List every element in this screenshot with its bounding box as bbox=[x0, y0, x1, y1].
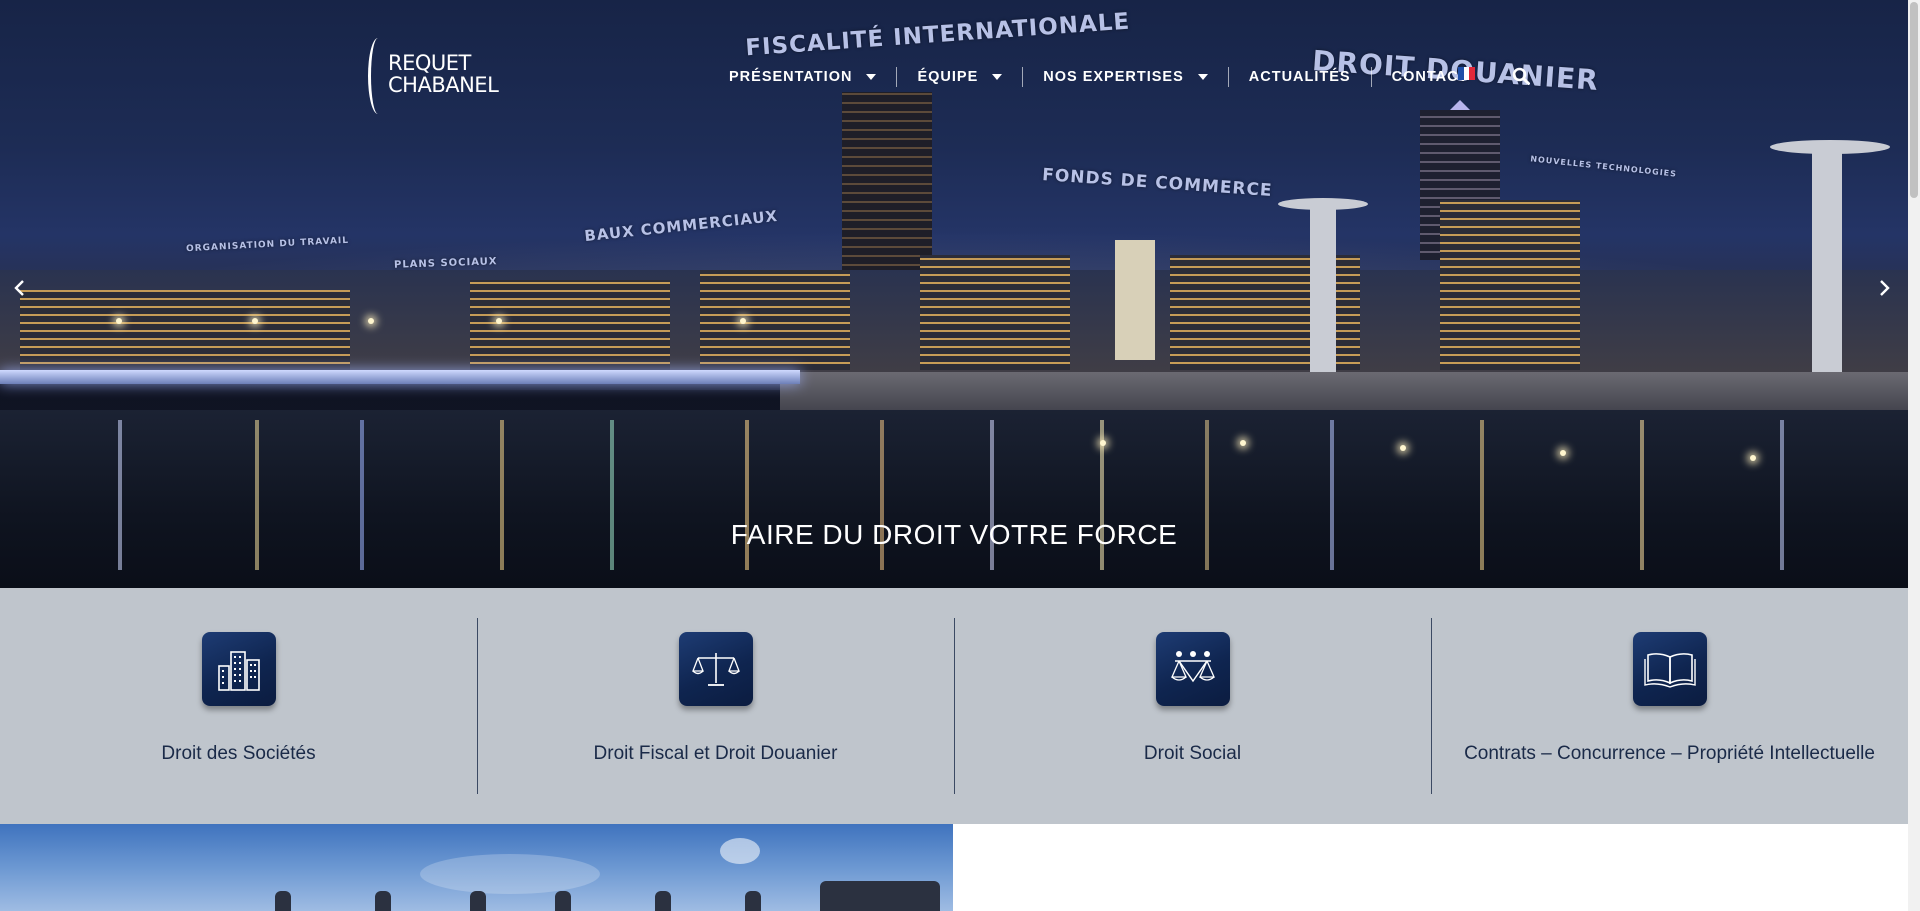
building bbox=[1440, 200, 1580, 370]
expertise-card-fiscal[interactable]: Droit Fiscal et Droit Douanier bbox=[477, 588, 954, 824]
expertise-label: Contrats – Concurrence – Propriété Intel… bbox=[1464, 743, 1875, 764]
section-photo bbox=[0, 824, 953, 911]
street-lamp bbox=[740, 318, 746, 324]
building bbox=[700, 270, 850, 370]
expertise-card-societes[interactable]: Droit des Sociétés bbox=[0, 588, 477, 824]
nav-item-actualites[interactable]: ACTUALITÉS bbox=[1229, 65, 1371, 89]
clock-tower bbox=[1115, 240, 1155, 360]
quay-light bbox=[1400, 445, 1406, 451]
expertise-band: Droit des Sociétés Droit Fiscal et Droit… bbox=[0, 588, 1908, 824]
logo-parenthesis bbox=[368, 38, 388, 114]
nav-item-label: PRÉSENTATION bbox=[729, 69, 853, 85]
statue bbox=[555, 891, 571, 911]
statue bbox=[375, 891, 391, 911]
building bbox=[920, 255, 1070, 370]
expertise-label: Droit Social bbox=[1143, 743, 1242, 764]
expertise-label: Droit des Sociétés bbox=[161, 743, 316, 764]
caret-down-icon bbox=[866, 74, 877, 80]
pillar-top bbox=[1278, 198, 1368, 210]
nav-item-expertises[interactable]: NOS EXPERTISES bbox=[1023, 65, 1228, 89]
scales-icon bbox=[678, 632, 753, 706]
quay-light bbox=[1560, 450, 1566, 456]
quay-light bbox=[1100, 440, 1106, 446]
statue bbox=[470, 891, 486, 911]
logo-line-2: CHABANEL bbox=[388, 73, 499, 97]
search-icon[interactable] bbox=[1512, 67, 1530, 85]
scrollbar-thumb[interactable] bbox=[1910, 2, 1918, 198]
bridge bbox=[0, 370, 800, 384]
quay-light bbox=[1750, 455, 1756, 461]
nav-item-label: ACTUALITÉS bbox=[1248, 69, 1351, 85]
nav-item-label: ÉQUIPE bbox=[917, 69, 979, 85]
caret-down-icon bbox=[1197, 74, 1208, 80]
statue bbox=[655, 891, 671, 911]
open-book-icon bbox=[1632, 632, 1707, 706]
pillar-top bbox=[1770, 140, 1890, 154]
flag-fr-icon[interactable] bbox=[1458, 67, 1476, 80]
logo-text: REQUET CHABANEL bbox=[388, 51, 499, 97]
expertise-card-social[interactable]: Droit Social bbox=[954, 588, 1431, 824]
floating-label-nouvelles: NOUVELLES TECHNOLOGIES bbox=[1529, 154, 1678, 179]
nav-item-equipe[interactable]: ÉQUIPE bbox=[897, 65, 1022, 89]
statue bbox=[275, 891, 291, 911]
building bbox=[470, 280, 670, 370]
street-lamp bbox=[368, 318, 374, 324]
hero-tagline: FAIRE DU DROIT VOTRE FORCE bbox=[730, 519, 1178, 550]
chevron-left-icon[interactable] bbox=[10, 276, 30, 300]
buildings-icon bbox=[201, 632, 276, 706]
building bbox=[20, 290, 350, 370]
chevron-right-icon[interactable] bbox=[1874, 276, 1894, 300]
nav-item-label: NOS EXPERTISES bbox=[1043, 69, 1184, 85]
floating-label-fonds: FONDS DE COMMERCE bbox=[1041, 164, 1274, 202]
tower-building bbox=[842, 92, 932, 282]
hero-slider: FISCALITÉ INTERNATIONALE DROIT DOUANIER … bbox=[0, 0, 1908, 588]
site-logo[interactable]: REQUET CHABANEL bbox=[368, 38, 508, 114]
street-lamp bbox=[252, 318, 258, 324]
nav-item-label: CONTACT bbox=[1391, 69, 1469, 85]
nav-item-presentation[interactable]: PRÉSENTATION bbox=[709, 65, 896, 89]
expertise-label: Droit Fiscal et Droit Douanier bbox=[593, 743, 838, 764]
section-content bbox=[953, 824, 1908, 911]
floating-label-fiscalite: FISCALITÉ INTERNATIONALE bbox=[744, 8, 1131, 62]
street-lamp bbox=[496, 318, 502, 324]
quay-light bbox=[1240, 440, 1246, 446]
main-nav: PRÉSENTATION ÉQUIPE NOS EXPERTISES ACTUA… bbox=[709, 65, 1488, 89]
people-scales-icon bbox=[1155, 632, 1230, 706]
statue-group bbox=[820, 881, 940, 911]
pillar bbox=[1812, 150, 1842, 410]
river bbox=[0, 410, 1908, 588]
cloud bbox=[720, 838, 760, 864]
street-lamp bbox=[116, 318, 122, 324]
statue bbox=[745, 891, 761, 911]
logo-line-1: REQUET bbox=[388, 51, 471, 75]
caret-down-icon bbox=[992, 74, 1003, 80]
expertise-card-contrats[interactable]: Contrats – Concurrence – Propriété Intel… bbox=[1431, 588, 1908, 824]
cloud bbox=[420, 854, 600, 894]
page-scrollbar[interactable] bbox=[1908, 0, 1920, 911]
